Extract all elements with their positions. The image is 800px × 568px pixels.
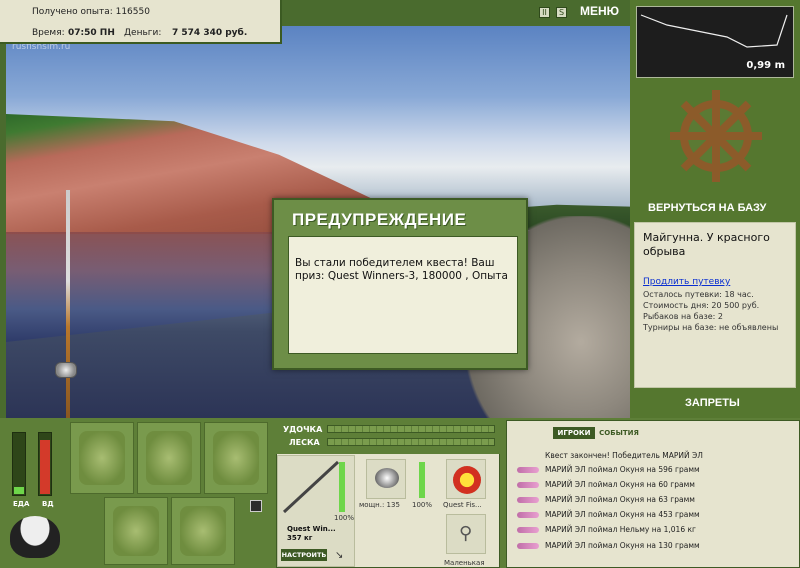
rod-label: УДОЧКА (283, 425, 323, 434)
lure-icon (517, 497, 539, 503)
sack-slot[interactable] (137, 422, 201, 494)
line-label: ЛЕСКА (289, 438, 320, 447)
time-label: Время: (32, 28, 65, 38)
dialog-message: Вы стали победителем квеста! Ваш приз: Q… (288, 236, 518, 354)
scroll-toggle[interactable] (250, 500, 262, 512)
money-value: 7 574 340 руб. (172, 28, 248, 38)
event-line: МАРИЙ ЭЛ поймал Окуня на 60 грамм (517, 480, 695, 489)
event-line: МАРИЙ ЭЛ поймал Окуня на 596 грамм (517, 465, 700, 474)
bucket-icon (180, 506, 226, 556)
tab-players[interactable]: ИГРОКИ (553, 427, 595, 439)
time-value: 07:50 ПН (68, 28, 115, 38)
sound-icon[interactable]: S (556, 7, 567, 18)
hook-icon: ⚲ (459, 523, 473, 544)
bag-icon (79, 431, 125, 485)
money-label: Деньги: (124, 28, 162, 38)
pause-icon[interactable]: II (539, 7, 550, 18)
line-tension-bar (327, 438, 495, 446)
event-line: МАРИЙ ЭЛ поймал Окуня на 63 грамм (517, 495, 695, 504)
rod-percent: 100% (334, 514, 355, 522)
bucket-slot[interactable] (171, 497, 235, 565)
line-name: Quest Fis... (443, 501, 482, 509)
journal-slot[interactable] (204, 422, 268, 494)
player-stats: Получено опыта: 116550 Время: 07:50 ПН Д… (0, 0, 282, 44)
water-label: ВД (42, 500, 54, 508)
anglers-count: Рыбаков на базе: 2 (643, 312, 723, 321)
water-meter (38, 432, 52, 496)
warning-dialog[interactable]: ПРЕДУПРЕЖДЕНИЕ Вы стали победителем квес… (272, 198, 528, 370)
experience-text: Получено опыта: 116550 (32, 7, 150, 17)
reel-condition-bar (419, 462, 425, 498)
cooking-pot-icon[interactable] (10, 516, 60, 558)
back-to-base-button[interactable]: ВЕРНУТЬСЯ НА БАЗУ (648, 202, 766, 214)
sack-icon (146, 431, 192, 485)
fishing-rod[interactable] (66, 190, 70, 418)
bans-button[interactable]: ЗАПРЕТЫ (685, 397, 740, 409)
tournaments-status: Турниры на базе: не объявлены (643, 323, 779, 332)
lure-icon (517, 527, 539, 533)
setup-button[interactable]: НАСТРОИТЬ (281, 549, 327, 561)
event-line: МАРИЙ ЭЛ поймал Нельму на 1,016 кг (517, 525, 696, 534)
event-line: МАРИЙ ЭЛ поймал Окуня на 453 грамм (517, 510, 700, 519)
reel-slot[interactable] (366, 459, 406, 499)
lure-icon (517, 482, 539, 488)
hook-slot[interactable]: ⚲ (446, 514, 486, 554)
line-spool-icon (453, 466, 481, 494)
location-title: Майгунна. У красного обрыва (643, 231, 770, 258)
reel-item-icon (375, 468, 399, 488)
depth-sonar: 0,99 m (636, 6, 794, 78)
rod-weight: 357 кг (287, 534, 313, 542)
dialog-title: ПРЕДУПРЕЖДЕНИЕ (292, 210, 467, 229)
reel-percent: 100% (412, 501, 433, 509)
arrow-icon[interactable]: ↘ (335, 550, 343, 561)
location-info: Майгунна. У красного обрыва Продлить пут… (634, 222, 796, 388)
food-label: ЕДА (13, 500, 30, 508)
extend-permit-link[interactable]: Продлить путевку (643, 277, 787, 287)
event-line: МАРИЙ ЭЛ поймал Окуня на 130 грамм (517, 541, 700, 550)
tackle-bag-slot[interactable] (70, 422, 134, 494)
bait-basket-slot[interactable] (104, 497, 168, 565)
notebook-icon (213, 431, 259, 485)
food-meter (12, 432, 26, 496)
reel-power: мощн.: 135 (359, 501, 400, 509)
rod-condition-bar (339, 462, 345, 512)
line-slot[interactable] (446, 459, 486, 499)
basket-icon (113, 506, 159, 556)
tab-events[interactable]: СОБЫТИЯ (598, 427, 640, 439)
rod-name: Quest Win... (287, 525, 336, 533)
lure-icon (517, 512, 539, 518)
lure-icon (517, 467, 539, 473)
hook-name: Маленькая (444, 559, 485, 567)
depth-value: 0,99 m (746, 60, 785, 71)
events-log[interactable]: Квест закончен! Победитель МАРИЙ ЭЛ МАРИ… (506, 420, 800, 568)
event-line: Квест закончен! Победитель МАРИЙ ЭЛ (545, 451, 703, 460)
permit-remaining: Осталось путевки: 18 час. (643, 290, 754, 299)
day-cost: Стоимость дня: 20 500 руб. (643, 301, 760, 310)
reel-icon (55, 362, 77, 378)
ship-wheel-icon[interactable] (670, 90, 762, 182)
rod-tension-bar (327, 425, 495, 433)
menu-button[interactable]: МЕНЮ (580, 4, 619, 18)
lure-icon (517, 543, 539, 549)
